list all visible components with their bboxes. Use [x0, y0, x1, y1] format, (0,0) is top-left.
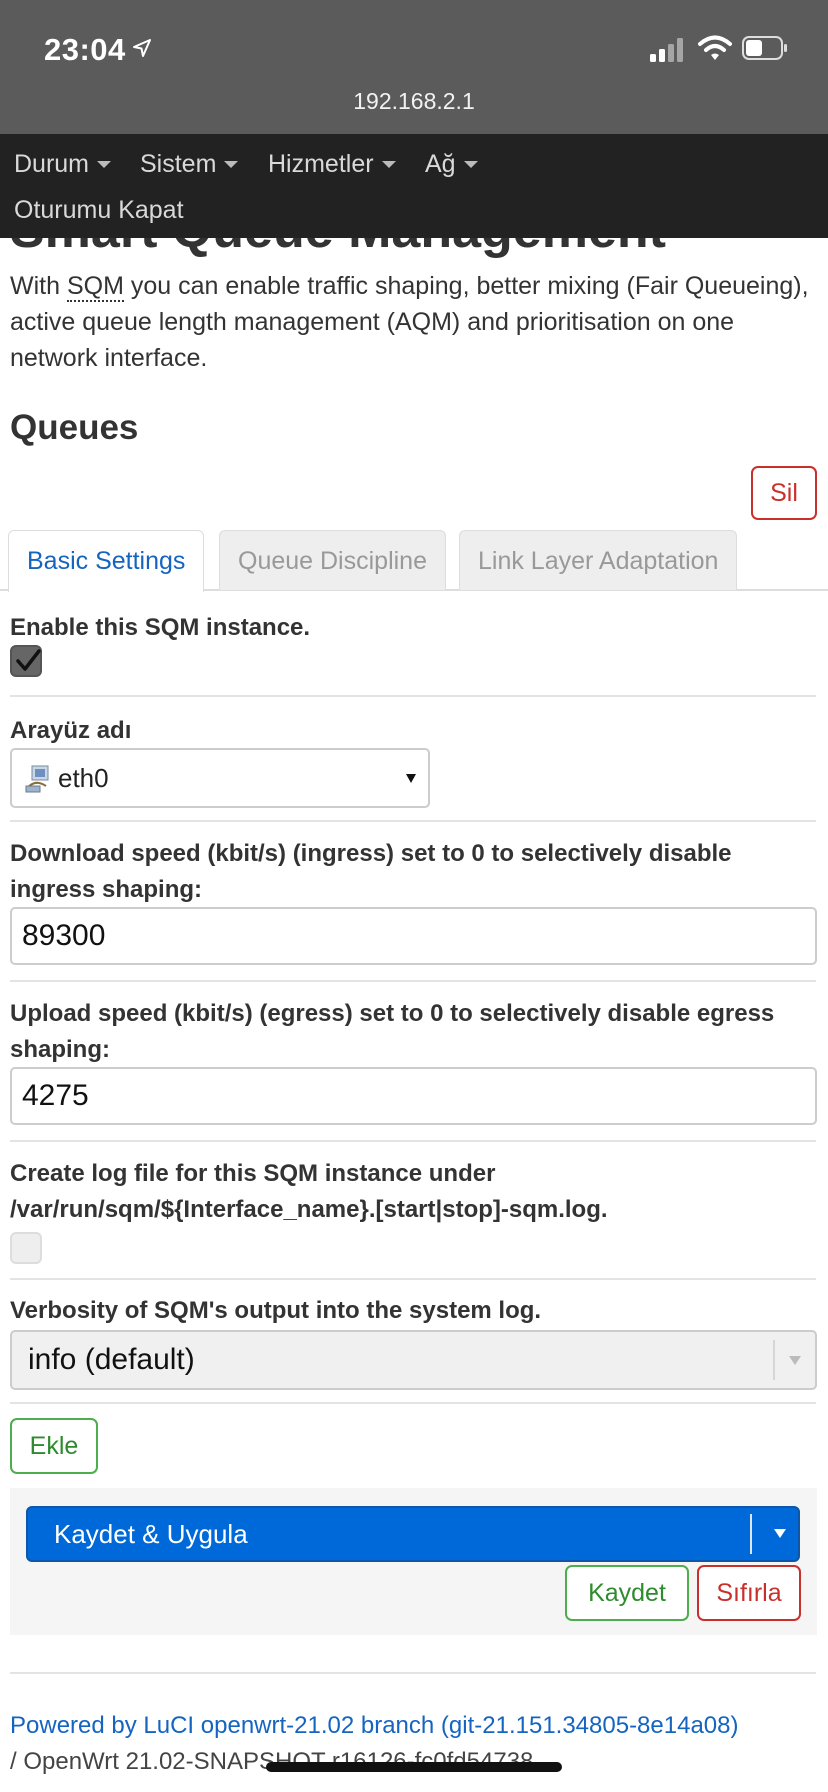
luci-version-link[interactable]: Powered by LuCI openwrt-21.02 branch (gi…: [10, 1708, 738, 1744]
dropdown-arrow-icon[interactable]: [774, 1529, 786, 1538]
field-divider: [10, 1140, 816, 1142]
nav-menu-sistem[interactable]: Sistem: [140, 150, 239, 179]
field-divider: [10, 1402, 816, 1404]
chevron-down-icon: [463, 161, 478, 168]
page-description: With SQM you can enable traffic shaping,…: [10, 268, 815, 376]
enable-label: Enable this SQM instance.: [10, 614, 311, 641]
form-actions: Kaydet & Uygula Kaydet Sıfırla: [10, 1488, 817, 1635]
tab-basic-settings[interactable]: Basic Settings: [8, 530, 205, 592]
download-speed-label: Download speed (kbit/s) (ingress) set to…: [10, 840, 732, 903]
tab-queue-discipline[interactable]: Queue Discipline: [219, 530, 446, 590]
nav-menu-ag[interactable]: Ağ: [425, 150, 478, 179]
logout-link[interactable]: Oturumu Kapat: [14, 196, 184, 225]
tab-link-layer-adaptation[interactable]: Link Layer Adaptation: [459, 530, 738, 590]
browser-top-bar: 23:04 192.168.2.1: [0, 0, 828, 134]
intro-text: you can enable traffic shaping, better m…: [10, 272, 809, 372]
field-divider: [10, 820, 816, 822]
wifi-icon: [698, 34, 732, 62]
upload-speed-input[interactable]: 4275: [10, 1067, 817, 1125]
nav-menu-label: Durum: [14, 150, 90, 178]
chevron-down-icon: [381, 161, 396, 168]
field-divider: [10, 980, 816, 982]
interface-label: Arayüz adı: [10, 717, 132, 744]
dropdown-arrow-icon: [789, 1356, 801, 1365]
field-divider: [10, 1278, 816, 1280]
interface-select[interactable]: eth0: [10, 748, 430, 808]
network-interface-icon: [24, 764, 52, 801]
download-speed-input[interactable]: 89300: [10, 907, 817, 965]
field-divider: [10, 695, 816, 697]
upload-speed-label: Upload speed (kbit/s) (egress) set to 0 …: [10, 1000, 775, 1063]
main-navbar: Durum Sistem Hizmetler Ağ Oturumu Kapat: [0, 134, 828, 238]
chevron-down-icon: [97, 161, 112, 168]
footer-divider: [10, 1672, 816, 1674]
section-title: Queues: [10, 408, 139, 447]
nav-menu-label: Hizmetler: [268, 150, 374, 178]
nav-menu-hizmetler[interactable]: Hizmetler: [268, 150, 396, 179]
location-arrow-icon: [132, 30, 152, 57]
dropdown-arrow-icon: [406, 774, 416, 783]
status-time-text: 23:04: [44, 32, 126, 67]
home-indicator: [266, 1762, 562, 1772]
nav-menu-label: Ağ: [425, 150, 456, 178]
add-button[interactable]: Ekle: [10, 1418, 98, 1474]
reset-button[interactable]: Sıfırla: [697, 1565, 801, 1621]
save-apply-label: Kaydet & Uygula: [54, 1519, 248, 1549]
status-time: 23:04: [44, 30, 152, 68]
log-file-label: Create log file for this SQM instance un…: [10, 1160, 608, 1223]
log-file-checkbox[interactable]: [10, 1232, 42, 1264]
battery-icon: [742, 36, 788, 60]
select-divider: [773, 1340, 775, 1380]
nav-menu-durum[interactable]: Durum: [14, 150, 112, 179]
verbosity-label: Verbosity of SQM's output into the syste…: [10, 1297, 542, 1324]
save-apply-button[interactable]: Kaydet & Uygula: [26, 1506, 800, 1562]
intro-text: With: [10, 272, 67, 300]
cellular-signal-icon: [650, 36, 690, 62]
nav-menu-label: Sistem: [140, 150, 217, 178]
address-bar-url[interactable]: 192.168.2.1: [0, 88, 828, 115]
sqm-abbreviation: SQM: [66, 272, 124, 302]
enable-checkbox[interactable]: [10, 645, 42, 677]
chevron-down-icon: [224, 161, 239, 168]
checkmark-icon: [16, 649, 41, 671]
interface-value: eth0: [58, 763, 109, 793]
verbosity-select[interactable]: info (default): [10, 1330, 817, 1390]
delete-section-button[interactable]: Sil: [751, 466, 817, 520]
verbosity-value: info (default): [28, 1343, 195, 1376]
save-button[interactable]: Kaydet: [565, 1565, 689, 1621]
split-divider: [750, 1514, 752, 1554]
